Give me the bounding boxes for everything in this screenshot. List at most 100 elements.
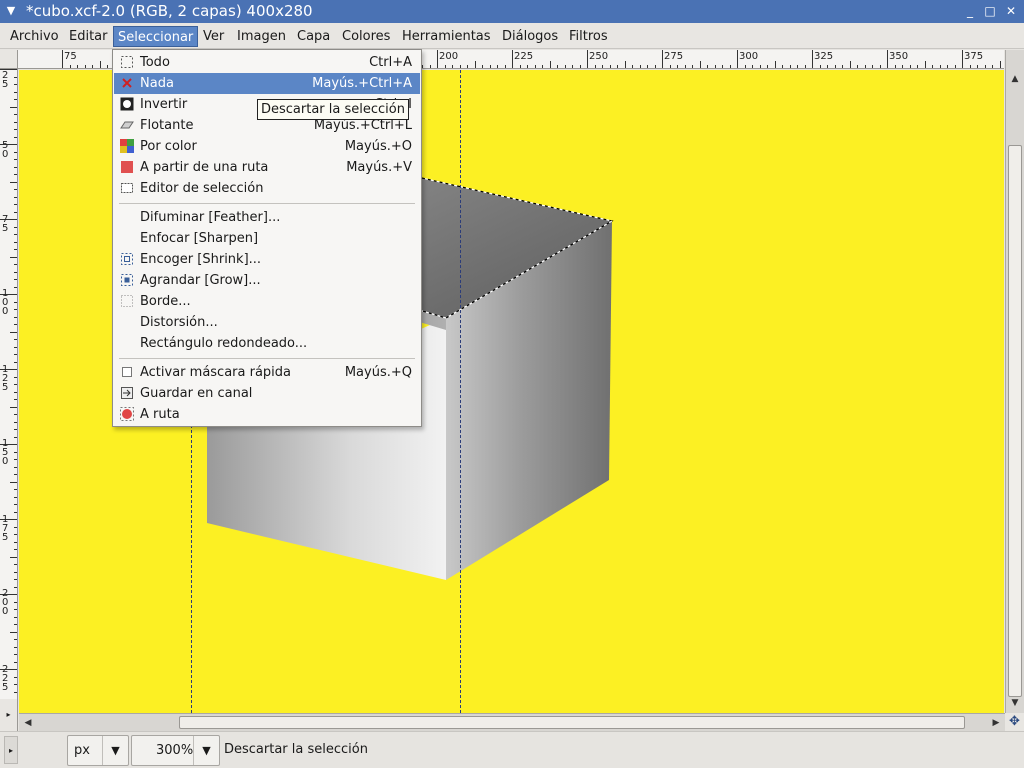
menu-colores[interactable]: Colores: [338, 26, 394, 47]
ruler-label: 75: [2, 214, 9, 234]
menu-filtros[interactable]: Filtros: [565, 26, 612, 47]
menu-item-borde[interactable]: Borde...: [114, 291, 420, 312]
scroll-down-icon[interactable]: ▼: [1008, 696, 1022, 710]
horizontal-scrollbar[interactable]: ◀ ▶: [19, 713, 1005, 731]
close-button[interactable]: ✕: [1003, 3, 1019, 19]
select-all-icon: [120, 55, 134, 69]
menu-item-label: Difuminar [Feather]...: [140, 210, 281, 225]
menu-imagen[interactable]: Imagen: [233, 26, 290, 47]
border-icon: [120, 294, 134, 308]
menu-item-accelerator: Mayús.+Ctrl+A: [312, 76, 412, 91]
menu-item-mascara-rapida[interactable]: Activar máscara rápida Mayús.+Q: [114, 362, 420, 383]
menu-item-label: Enfocar [Sharpen]: [140, 231, 259, 246]
menu-item-enfocar[interactable]: Enfocar [Sharpen]: [114, 228, 420, 249]
ruler-label: 225: [2, 664, 9, 693]
ruler-label: 225: [514, 51, 534, 62]
menu-item-label: Todo: [140, 55, 170, 70]
menu-item-label: Editor de selección: [140, 181, 264, 196]
menu-seleccionar[interactable]: Seleccionar: [113, 26, 199, 47]
menu-item-todo[interactable]: Todo Ctrl+A: [114, 52, 420, 73]
shrink-icon: [120, 252, 134, 266]
menu-item-accelerator: Mayús.+Q: [344, 365, 412, 380]
menu-editar[interactable]: Editar: [65, 26, 112, 47]
ruler-label: 175: [2, 514, 9, 543]
ruler-label: 50: [2, 140, 9, 160]
vertical-scrollbar[interactable]: ▲ ▼: [1005, 50, 1024, 713]
menu-item-difuminar[interactable]: Difuminar [Feather]...: [114, 207, 420, 228]
scroll-right-icon[interactable]: ▶: [989, 716, 1003, 730]
menu-item-label: A partir de una ruta: [140, 160, 269, 175]
menu-herramientas[interactable]: Herramientas: [398, 26, 495, 47]
window-title: *cubo.xcf-2.0 (RGB, 2 capas) 400x280: [26, 2, 313, 20]
menu-separator: [119, 203, 415, 204]
window-menu-icon[interactable]: ▼: [4, 4, 18, 18]
ruler-label: 125: [2, 364, 9, 393]
maximize-button[interactable]: □: [982, 3, 998, 19]
ruler-corner[interactable]: [0, 50, 18, 69]
minimize-button[interactable]: _: [962, 3, 978, 19]
menu-item-nada[interactable]: Nada Mayús.+Ctrl+A: [114, 73, 420, 94]
navigate-icon[interactable]: ✥: [1005, 713, 1024, 731]
save-to-channel-icon: [120, 386, 134, 400]
menu-item-guardar-en-canal[interactable]: Guardar en canal: [114, 383, 420, 404]
menu-item-a-ruta[interactable]: A ruta: [114, 404, 420, 425]
ruler-label: 300: [739, 51, 759, 62]
vertical-guide[interactable]: [460, 70, 461, 713]
ruler-label: 75: [64, 51, 77, 62]
unit-value: px: [74, 743, 90, 758]
menu-archivo[interactable]: Archivo: [6, 26, 63, 47]
floating-selection-icon: [120, 118, 134, 132]
menu-separator: [119, 358, 415, 359]
menu-item-distorsion[interactable]: Distorsión...: [114, 312, 420, 333]
menu-item-accelerator: Mayús.+V: [346, 160, 412, 175]
chevron-down-icon[interactable]: ▼: [102, 736, 128, 765]
menu-item-a-partir-de-ruta[interactable]: A partir de una ruta Mayús.+V: [114, 157, 420, 178]
menu-item-accelerator: Mayús.+O: [344, 139, 412, 154]
chevron-down-icon[interactable]: ▼: [193, 736, 219, 765]
menu-item-label: Nada: [140, 76, 174, 91]
ruler-label: 325: [814, 51, 834, 62]
select-none-icon: [120, 76, 134, 90]
ruler-label: 200: [439, 51, 459, 62]
menu-item-label: Borde...: [140, 294, 191, 309]
selection-editor-icon: [120, 181, 134, 195]
vertical-scroll-thumb[interactable]: [1008, 145, 1022, 697]
select-by-color-icon: [120, 139, 134, 153]
menu-item-encoger[interactable]: Encoger [Shrink]...: [114, 249, 420, 270]
unit-combo[interactable]: px ▼: [67, 735, 129, 766]
vertical-ruler[interactable]: 25 50 75 100 125 150 175 200 225: [0, 69, 18, 699]
menu-item-label: Flotante: [140, 118, 194, 133]
scroll-left-icon[interactable]: ◀: [21, 716, 35, 730]
menu-dialogos[interactable]: Diálogos: [498, 26, 562, 47]
ruler-label: 100: [2, 288, 9, 317]
invert-selection-icon: [120, 97, 134, 111]
menu-item-label: Guardar en canal: [140, 386, 253, 401]
menu-item-editor-de-seleccion[interactable]: Editor de selección: [114, 178, 420, 199]
ruler-label: 25: [2, 70, 9, 90]
quick-mask-toggle-icon[interactable]: ▸: [0, 699, 18, 731]
menu-item-label: Por color: [140, 139, 197, 154]
tooltip: Descartar la selección: [257, 99, 409, 120]
to-path-icon: [120, 407, 134, 421]
pointer-grip-icon[interactable]: ▸: [4, 736, 18, 764]
menu-item-label: A ruta: [140, 407, 180, 422]
ruler-label: 200: [2, 588, 9, 617]
menu-ver[interactable]: Ver: [199, 26, 228, 47]
zoom-combo[interactable]: 300% ▼: [131, 735, 220, 766]
menu-item-label: Encoger [Shrink]...: [140, 252, 262, 267]
horizontal-scroll-thumb[interactable]: [179, 716, 965, 729]
path-to-selection-icon: [120, 160, 134, 174]
menu-item-label: Distorsión...: [140, 315, 218, 330]
quick-mask-checkbox[interactable]: [120, 365, 134, 379]
ruler-label: 150: [2, 438, 9, 467]
menu-item-agrandar[interactable]: Agrandar [Grow]...: [114, 270, 420, 291]
scroll-up-icon[interactable]: ▲: [1008, 72, 1022, 86]
menu-capa[interactable]: Capa: [293, 26, 334, 47]
ruler-label: 350: [889, 51, 909, 62]
zoom-value: 300%: [156, 743, 194, 758]
menu-item-por-color[interactable]: Por color Mayús.+O: [114, 136, 420, 157]
menu-item-rectangulo-redondeado[interactable]: Rectángulo redondeado...: [114, 333, 420, 354]
ruler-label: 375: [964, 51, 984, 62]
menu-item-label: Agrandar [Grow]...: [140, 273, 261, 288]
menu-item-label: Rectángulo redondeado...: [140, 336, 308, 351]
